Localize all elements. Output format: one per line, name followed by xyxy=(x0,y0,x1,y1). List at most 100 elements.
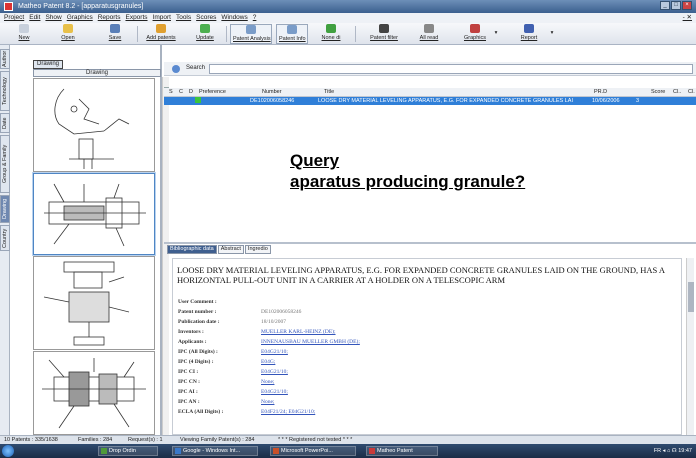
field-link[interactable]: None; xyxy=(261,399,274,405)
tab-drawing[interactable]: Drawing xyxy=(0,195,10,223)
menu-reports[interactable]: Reports xyxy=(98,13,121,23)
menu-project[interactable]: Project xyxy=(4,13,24,23)
drawing-thumbnail-selected[interactable] xyxy=(33,173,155,255)
powerpoint-icon xyxy=(273,448,279,454)
drawing-column-header: Drawing xyxy=(33,69,161,77)
detail-scrollbar[interactable] xyxy=(686,258,694,435)
patent-drawing-image xyxy=(44,183,146,247)
search-label: Search xyxy=(186,65,206,71)
patent-filter-button[interactable]: Patent filter xyxy=(368,24,400,44)
field-link[interactable]: None; xyxy=(261,379,274,385)
graphics-button[interactable]: Graphics xyxy=(460,24,490,44)
menu-tools[interactable]: Tools xyxy=(176,13,191,23)
menu-graphics[interactable]: Graphics xyxy=(67,13,93,23)
save-button[interactable]: Save xyxy=(104,24,126,44)
drawing-thumbnail[interactable] xyxy=(33,78,155,172)
browser-icon xyxy=(175,448,181,454)
drawing-scrollbar[interactable] xyxy=(162,77,169,447)
tab-date[interactable]: Date xyxy=(0,113,10,133)
field-value: 18/10/2007 xyxy=(261,319,287,325)
menu-scores[interactable]: Scores xyxy=(196,13,216,23)
field-value: DE102006058246 xyxy=(261,309,302,315)
tab-abstract[interactable]: Abstract xyxy=(217,245,244,254)
menu-windows[interactable]: Windows xyxy=(221,13,247,23)
column-cl1[interactable]: Cl.. xyxy=(673,88,681,97)
menu-help[interactable]: ? xyxy=(253,13,257,23)
field-label: Applicants : xyxy=(178,339,207,345)
system-tray[interactable]: FR ◂ ⌂ ☊ 19:47 xyxy=(576,444,696,458)
toolbar-separator xyxy=(355,26,356,42)
taskbar-item[interactable]: Google - Windows Int... xyxy=(172,446,258,456)
drawing-thumbnail[interactable] xyxy=(33,256,155,350)
column-number[interactable]: Number xyxy=(262,88,282,97)
taskbar-item[interactable]: Microsoft PowerPoi... xyxy=(270,446,356,456)
title-bar: Matheo Patent 8.2 - [apparatusgranules] … xyxy=(0,0,696,13)
field-label: Publication date : xyxy=(178,319,220,325)
column-preference[interactable]: Preference xyxy=(199,88,226,97)
new-button[interactable]: New xyxy=(14,24,34,44)
row-title: LOOSE DRY MATERIAL LEVELING APPARATUS, E… xyxy=(318,98,574,104)
row-prd: 10/06/2006 xyxy=(592,98,620,104)
column-s[interactable]: S xyxy=(169,88,173,97)
none-di-button[interactable]: None di xyxy=(320,24,342,44)
search-input[interactable] xyxy=(209,64,693,74)
table-row[interactable]: DE102006058246 LOOSE DRY MATERIAL LEVELI… xyxy=(164,97,696,105)
close-button[interactable]: × xyxy=(682,1,692,10)
all-read-button[interactable]: All read xyxy=(418,24,440,44)
menu-exports[interactable]: Exports xyxy=(125,13,147,23)
drawing-thumbnail[interactable] xyxy=(33,351,155,435)
tab-technology[interactable]: Technology xyxy=(0,71,10,111)
column-c[interactable]: C xyxy=(179,88,183,97)
window-controls: _ □ × xyxy=(660,1,692,10)
patent-info-button[interactable]: Patent Info xyxy=(276,24,308,44)
row-number: DE102006058246 xyxy=(250,98,295,104)
status-viewing: Viewing Family Patent(s) : 284 xyxy=(180,437,255,443)
field-link[interactable]: E04F21/24; E04G21/10; xyxy=(261,409,315,415)
column-title[interactable]: Title xyxy=(324,88,334,97)
report-button[interactable]: Report xyxy=(516,24,542,44)
column-cl2[interactable]: Cl. xyxy=(688,88,695,97)
field-link[interactable]: E04G21/10; xyxy=(261,389,288,395)
menu-import[interactable]: Import xyxy=(153,13,171,23)
tab-bibliographic[interactable]: Bibliographic data xyxy=(167,245,217,254)
start-button[interactable] xyxy=(2,445,14,457)
tab-country[interactable]: Country xyxy=(0,225,10,251)
column-d[interactable]: D xyxy=(189,88,193,97)
tab-group-family[interactable]: Group & Family xyxy=(0,135,10,193)
field-label: IPC AN : xyxy=(178,399,200,405)
os-taskbar: Drop Ordin Google - Windows Int... Micro… xyxy=(0,444,696,458)
column-prd[interactable]: PR.D xyxy=(594,88,607,97)
window-title: Matheo Patent 8.2 - [apparatusgranules] xyxy=(18,3,144,10)
toolbar-separator xyxy=(226,26,227,42)
taskbar-item-active[interactable]: Matheo Patent xyxy=(366,446,438,456)
add-patents-button[interactable]: Add patents xyxy=(144,24,178,44)
pane-splitter[interactable] xyxy=(164,242,696,244)
search-bar: Search xyxy=(164,62,696,76)
mdi-controls[interactable]: - ✕ xyxy=(683,13,692,23)
open-button[interactable]: Open xyxy=(56,24,80,44)
drawing-panel-tab[interactable]: Drawing xyxy=(33,60,64,69)
minimize-button[interactable]: _ xyxy=(660,1,670,10)
column-score[interactable]: Score xyxy=(651,88,665,97)
taskbar-item[interactable]: Drop Ordin xyxy=(98,446,158,456)
report-dropdown[interactable]: ▾ xyxy=(548,24,556,44)
field-label: Inventors : xyxy=(178,329,204,335)
tab-author[interactable]: Author xyxy=(0,49,10,69)
folder-icon xyxy=(63,24,73,33)
maximize-button[interactable]: □ xyxy=(671,1,681,10)
patent-detail-view: LOOSE DRY MATERIAL LEVELING APPARATUS, E… xyxy=(172,258,682,435)
patent-analysis-button[interactable]: Patent Analysis xyxy=(230,24,272,44)
field-link[interactable]: E04G21/10; xyxy=(261,369,288,375)
field-link[interactable]: E04G; xyxy=(261,359,275,365)
menu-edit[interactable]: Edit xyxy=(29,13,40,23)
field-link[interactable]: INNENAUSBAU MUELLER GMBH (DE); xyxy=(261,339,360,345)
update-button[interactable]: Update xyxy=(194,24,216,44)
save-icon xyxy=(110,24,120,33)
graphics-dropdown[interactable]: ▾ xyxy=(492,24,500,44)
tab-ingredio[interactable]: Ingredio xyxy=(244,245,271,254)
update-icon xyxy=(200,24,210,33)
field-link[interactable]: E04G21/10; xyxy=(261,349,288,355)
field-link[interactable]: MUELLER KARL-HEINZ (DE); xyxy=(261,329,336,335)
scrollbar-thumb[interactable] xyxy=(688,282,694,312)
menu-show[interactable]: Show xyxy=(45,13,61,23)
